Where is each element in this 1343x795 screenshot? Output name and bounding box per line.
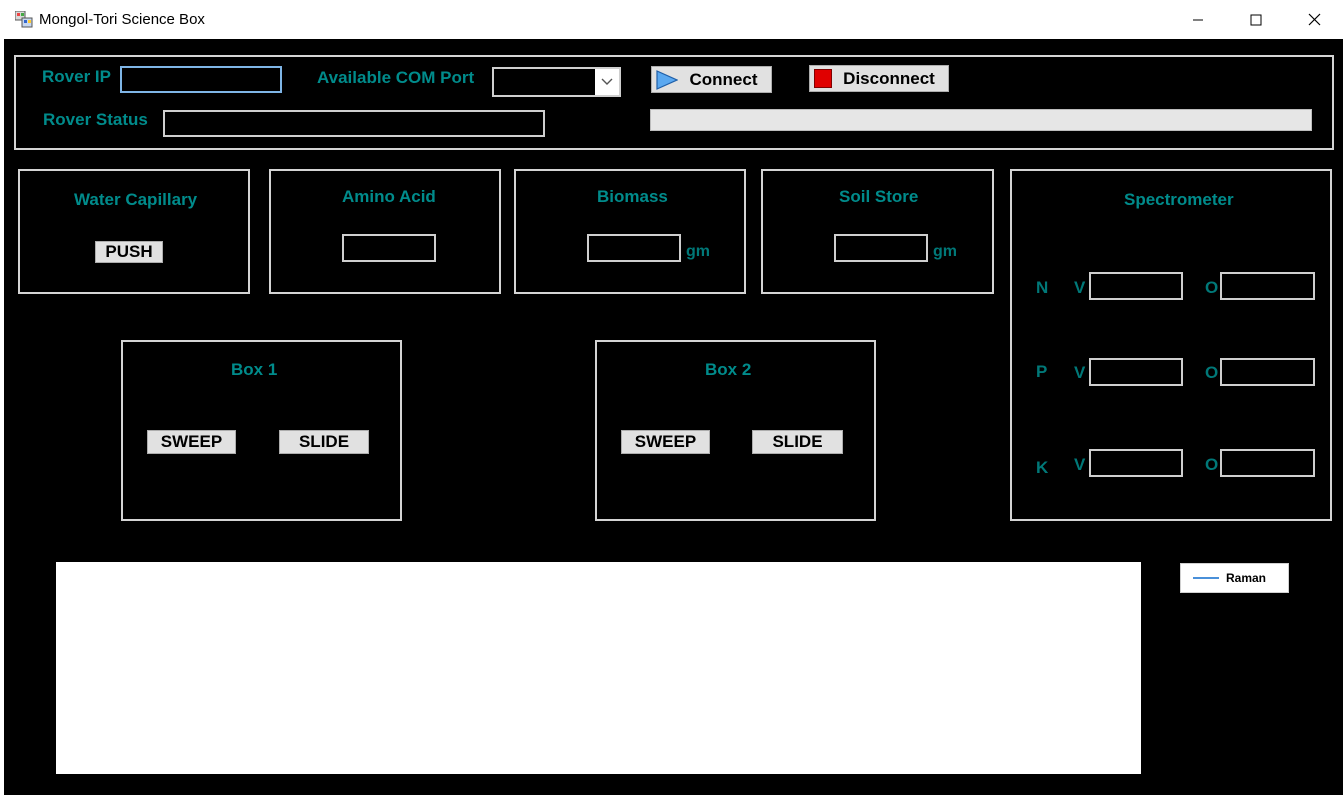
box1-title: Box 1 <box>231 360 278 379</box>
spectrometer-p-v-field[interactable] <box>1089 358 1183 386</box>
connect-label: Connect <box>689 69 758 89</box>
maximize-icon <box>1250 14 1262 25</box>
box2-title: Box 2 <box>705 360 752 379</box>
amino-acid-field[interactable] <box>342 234 436 262</box>
maximize-button[interactable] <box>1227 0 1285 39</box>
amino-acid-title: Amino Acid <box>342 187 436 206</box>
title-bar[interactable]: Mongol-Tori Science Box <box>0 0 1343 39</box>
com-port-select[interactable] <box>492 67 621 97</box>
rover-ip-label: Rover IP <box>42 67 111 86</box>
disconnect-button[interactable]: Disconnect <box>809 65 949 92</box>
spectrometer-p-v-label: V <box>1074 363 1086 382</box>
app-icon <box>15 11 33 28</box>
spectrometer-title: Spectrometer <box>1124 190 1234 209</box>
disconnect-label: Disconnect <box>843 68 935 88</box>
spectrometer-p-label: P <box>1036 362 1048 381</box>
close-icon <box>1308 13 1320 26</box>
spectrometer-k-v-field[interactable] <box>1089 449 1183 477</box>
stop-square-icon <box>814 69 832 88</box>
soil-store-title: Soil Store <box>839 187 919 206</box>
close-button[interactable] <box>1285 0 1343 39</box>
spectrometer-n-o-field[interactable] <box>1220 272 1315 300</box>
rover-status-label: Rover Status <box>43 110 148 129</box>
box2-slide-button[interactable]: SLIDE <box>752 430 843 454</box>
spectrometer-n-v-label: V <box>1074 278 1086 297</box>
spectrometer-p-o-label: O <box>1205 363 1219 382</box>
window-title: Mongol-Tori Science Box <box>39 11 205 28</box>
soil-store-unit: gm <box>933 243 957 260</box>
water-capillary-panel <box>18 169 250 294</box>
raman-chart-area[interactable] <box>56 562 1141 774</box>
rover-ip-field[interactable] <box>120 66 282 93</box>
biomass-title: Biomass <box>597 187 668 206</box>
connection-progress-bar <box>650 109 1312 131</box>
spectrometer-k-o-field[interactable] <box>1220 449 1315 477</box>
minimize-button[interactable] <box>1169 0 1227 39</box>
spectrometer-n-v-field[interactable] <box>1089 272 1183 300</box>
play-arrow-icon <box>656 70 678 90</box>
chevron-down-icon[interactable] <box>595 69 619 95</box>
spectrometer-k-v-label: V <box>1074 455 1086 474</box>
connect-button[interactable]: Connect <box>651 66 772 93</box>
com-port-label: Available COM Port <box>317 68 475 87</box>
raman-legend-line <box>1193 577 1219 579</box>
biomass-unit: gm <box>686 243 710 260</box>
chart-legend: Raman <box>1180 563 1289 593</box>
spectrometer-k-o-label: O <box>1205 455 1219 474</box>
spectrometer-p-o-field[interactable] <box>1220 358 1315 386</box>
push-button[interactable]: PUSH <box>95 241 163 263</box>
spectrometer-n-label: N <box>1036 278 1049 297</box>
box2-sweep-button[interactable]: SWEEP <box>621 430 710 454</box>
rover-status-field[interactable] <box>163 110 545 137</box>
box1-slide-button[interactable]: SLIDE <box>279 430 369 454</box>
water-capillary-title: Water Capillary <box>74 190 198 209</box>
raman-legend-label: Raman <box>1226 571 1267 585</box>
spectrometer-n-o-label: O <box>1205 278 1219 297</box>
spectrometer-k-label: K <box>1036 458 1049 477</box>
biomass-field[interactable] <box>587 234 681 262</box>
soil-store-field[interactable] <box>834 234 928 262</box>
minimize-icon <box>1193 19 1203 20</box>
box1-sweep-button[interactable]: SWEEP <box>147 430 236 454</box>
